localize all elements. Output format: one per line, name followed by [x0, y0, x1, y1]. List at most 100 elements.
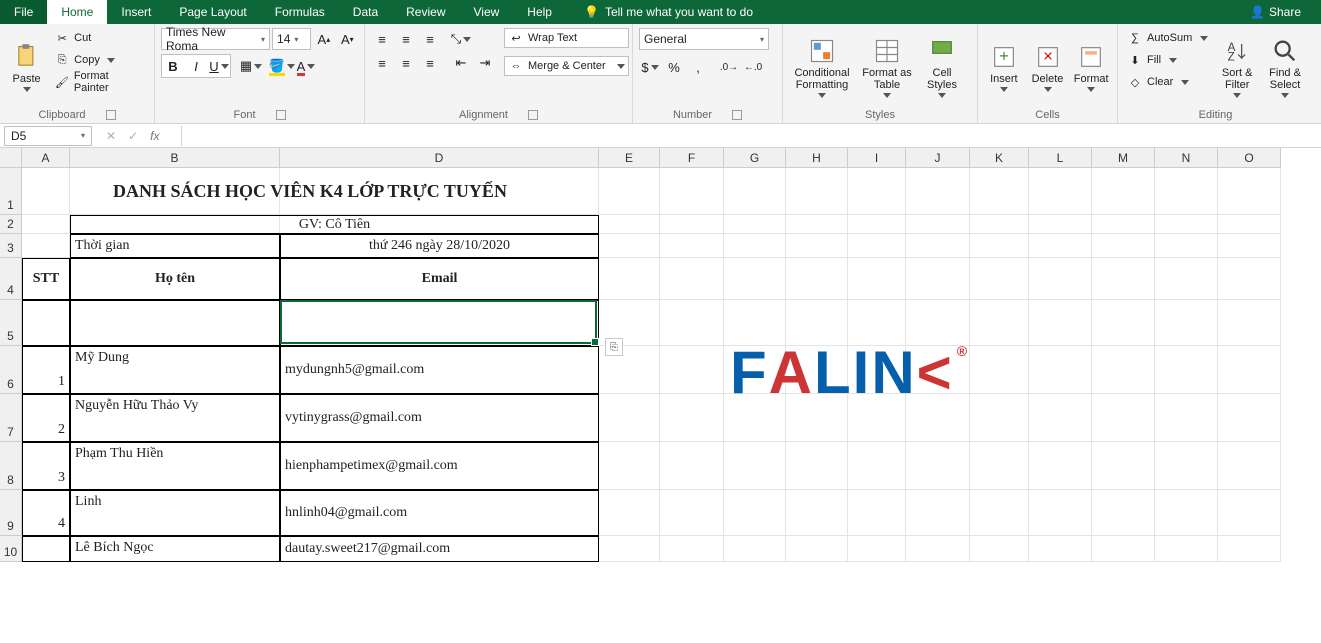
wrap-text-button[interactable]: ↩Wrap Text	[504, 28, 629, 48]
cut-button[interactable]: ✂Cut	[51, 28, 148, 48]
cell-bg[interactable]	[724, 168, 786, 215]
cell-bg[interactable]	[1029, 394, 1092, 442]
cell-bg[interactable]	[1092, 168, 1155, 215]
col-header-G[interactable]: G	[724, 148, 786, 168]
font-color-button[interactable]: A	[295, 55, 317, 77]
cell[interactable]: Nguyễn Hữu Thảo Vy	[70, 394, 280, 442]
font-family-combo[interactable]: Times New Roma▾	[161, 28, 270, 50]
align-left-button[interactable]: ≡	[371, 52, 393, 74]
dialog-launcher-icon[interactable]	[528, 110, 538, 120]
col-header-J[interactable]: J	[906, 148, 970, 168]
bold-button[interactable]: B	[162, 55, 184, 77]
cell[interactable]	[280, 300, 599, 346]
cell-bg[interactable]	[848, 490, 906, 536]
cell-bg[interactable]	[22, 215, 70, 234]
name-box[interactable]: D5▾	[4, 126, 92, 146]
cell-bg[interactable]	[1155, 394, 1218, 442]
cell-bg[interactable]	[724, 490, 786, 536]
col-header-O[interactable]: O	[1218, 148, 1281, 168]
autofill-options-icon[interactable]	[605, 338, 623, 356]
comma-button[interactable]: ,	[687, 56, 709, 78]
tab-view[interactable]: View	[460, 0, 514, 24]
cell-bg[interactable]	[848, 536, 906, 562]
format-painter-button[interactable]: 🖌Format Painter	[51, 72, 148, 92]
cell-bg[interactable]	[660, 394, 724, 442]
cell[interactable]: 4	[22, 490, 70, 536]
cell[interactable]: Phạm Thu Hiền	[70, 442, 280, 490]
cell-bg[interactable]	[22, 234, 70, 258]
cell-bg[interactable]	[1218, 536, 1281, 562]
paste-button[interactable]: Paste	[6, 28, 47, 107]
cell-bg[interactable]	[906, 442, 970, 490]
cell-bg[interactable]	[724, 215, 786, 234]
col-header-K[interactable]: K	[970, 148, 1029, 168]
col-header-N[interactable]: N	[1155, 148, 1218, 168]
row-header-2[interactable]: 2	[0, 215, 22, 234]
delete-cells-button[interactable]: ×Delete	[1028, 28, 1068, 107]
sheet-area[interactable]: ABDEFGHIJKLMNO 12345678910 DANH SÁCH HỌC…	[0, 148, 1321, 643]
fx-icon[interactable]: fx	[150, 129, 167, 143]
cell-bg[interactable]	[906, 215, 970, 234]
cell-bg[interactable]	[970, 346, 1029, 394]
cell[interactable]: thứ 246 ngày 28/10/2020	[280, 234, 599, 258]
cell-bg[interactable]	[906, 536, 970, 562]
cell-bg[interactable]	[1029, 536, 1092, 562]
cell-bg[interactable]	[906, 168, 970, 215]
cell-bg[interactable]	[970, 490, 1029, 536]
cell-bg[interactable]	[970, 168, 1029, 215]
accounting-button[interactable]: $	[639, 56, 661, 78]
clear-button[interactable]: ◇Clear	[1124, 72, 1211, 92]
cell-bg[interactable]	[1155, 300, 1218, 346]
cell-bg[interactable]	[1218, 346, 1281, 394]
align-top-button[interactable]: ≡	[371, 28, 393, 50]
align-right-button[interactable]: ≡	[419, 52, 441, 74]
cell[interactable]: DANH SÁCH HỌC VIÊN K4 LỚP TRỰC TUYẾN	[22, 168, 599, 215]
cell-bg[interactable]	[1218, 394, 1281, 442]
col-header-D[interactable]: D	[280, 148, 599, 168]
align-middle-button[interactable]: ≡	[395, 28, 417, 50]
cell-bg[interactable]	[786, 490, 848, 536]
cell-bg[interactable]	[660, 490, 724, 536]
cell[interactable]	[22, 300, 70, 346]
cell-bg[interactable]	[1029, 300, 1092, 346]
tab-home[interactable]: Home	[47, 0, 107, 24]
cell[interactable]: 1	[22, 346, 70, 394]
tab-data[interactable]: Data	[339, 0, 392, 24]
cell-bg[interactable]	[848, 234, 906, 258]
cell-bg[interactable]	[1155, 536, 1218, 562]
col-header-H[interactable]: H	[786, 148, 848, 168]
cell-bg[interactable]	[1218, 442, 1281, 490]
col-header-A[interactable]: A	[22, 148, 70, 168]
tell-me[interactable]: 💡 Tell me what you want to do	[576, 0, 761, 24]
cancel-formula-icon[interactable]: ✕	[106, 129, 116, 143]
cell-bg[interactable]	[970, 442, 1029, 490]
cell-bg[interactable]	[786, 168, 848, 215]
confirm-formula-icon[interactable]: ✓	[128, 129, 138, 143]
row-header-4[interactable]: 4	[0, 258, 22, 300]
col-header-L[interactable]: L	[1029, 148, 1092, 168]
cell-bg[interactable]	[599, 536, 660, 562]
cell-bg[interactable]	[660, 215, 724, 234]
cell[interactable]	[22, 536, 70, 562]
cell-bg[interactable]	[1029, 346, 1092, 394]
cell[interactable]: vytinygrass@gmail.com	[280, 394, 599, 442]
share-button[interactable]: 👤 Share	[1242, 5, 1309, 19]
merge-center-button[interactable]: ⇔Merge & Center	[504, 56, 629, 76]
cell-bg[interactable]	[724, 258, 786, 300]
cell-bg[interactable]	[1092, 300, 1155, 346]
row-header-9[interactable]: 9	[0, 490, 22, 536]
cell-bg[interactable]	[1155, 234, 1218, 258]
cell-bg[interactable]	[599, 442, 660, 490]
shrink-font-button[interactable]: A▾	[337, 28, 358, 50]
row-header-5[interactable]: 5	[0, 300, 22, 346]
cell-bg[interactable]	[786, 442, 848, 490]
dialog-launcher-icon[interactable]	[732, 110, 742, 120]
cell[interactable]: hienphampetimex@gmail.com	[280, 442, 599, 490]
row-header-8[interactable]: 8	[0, 442, 22, 490]
cell-bg[interactable]	[906, 490, 970, 536]
autosum-button[interactable]: ∑AutoSum	[1124, 28, 1211, 48]
cell-bg[interactable]	[1092, 490, 1155, 536]
cell-bg[interactable]	[1092, 536, 1155, 562]
cell[interactable]: hnlinh04@gmail.com	[280, 490, 599, 536]
fill-color-button[interactable]: 🪣	[271, 55, 293, 77]
